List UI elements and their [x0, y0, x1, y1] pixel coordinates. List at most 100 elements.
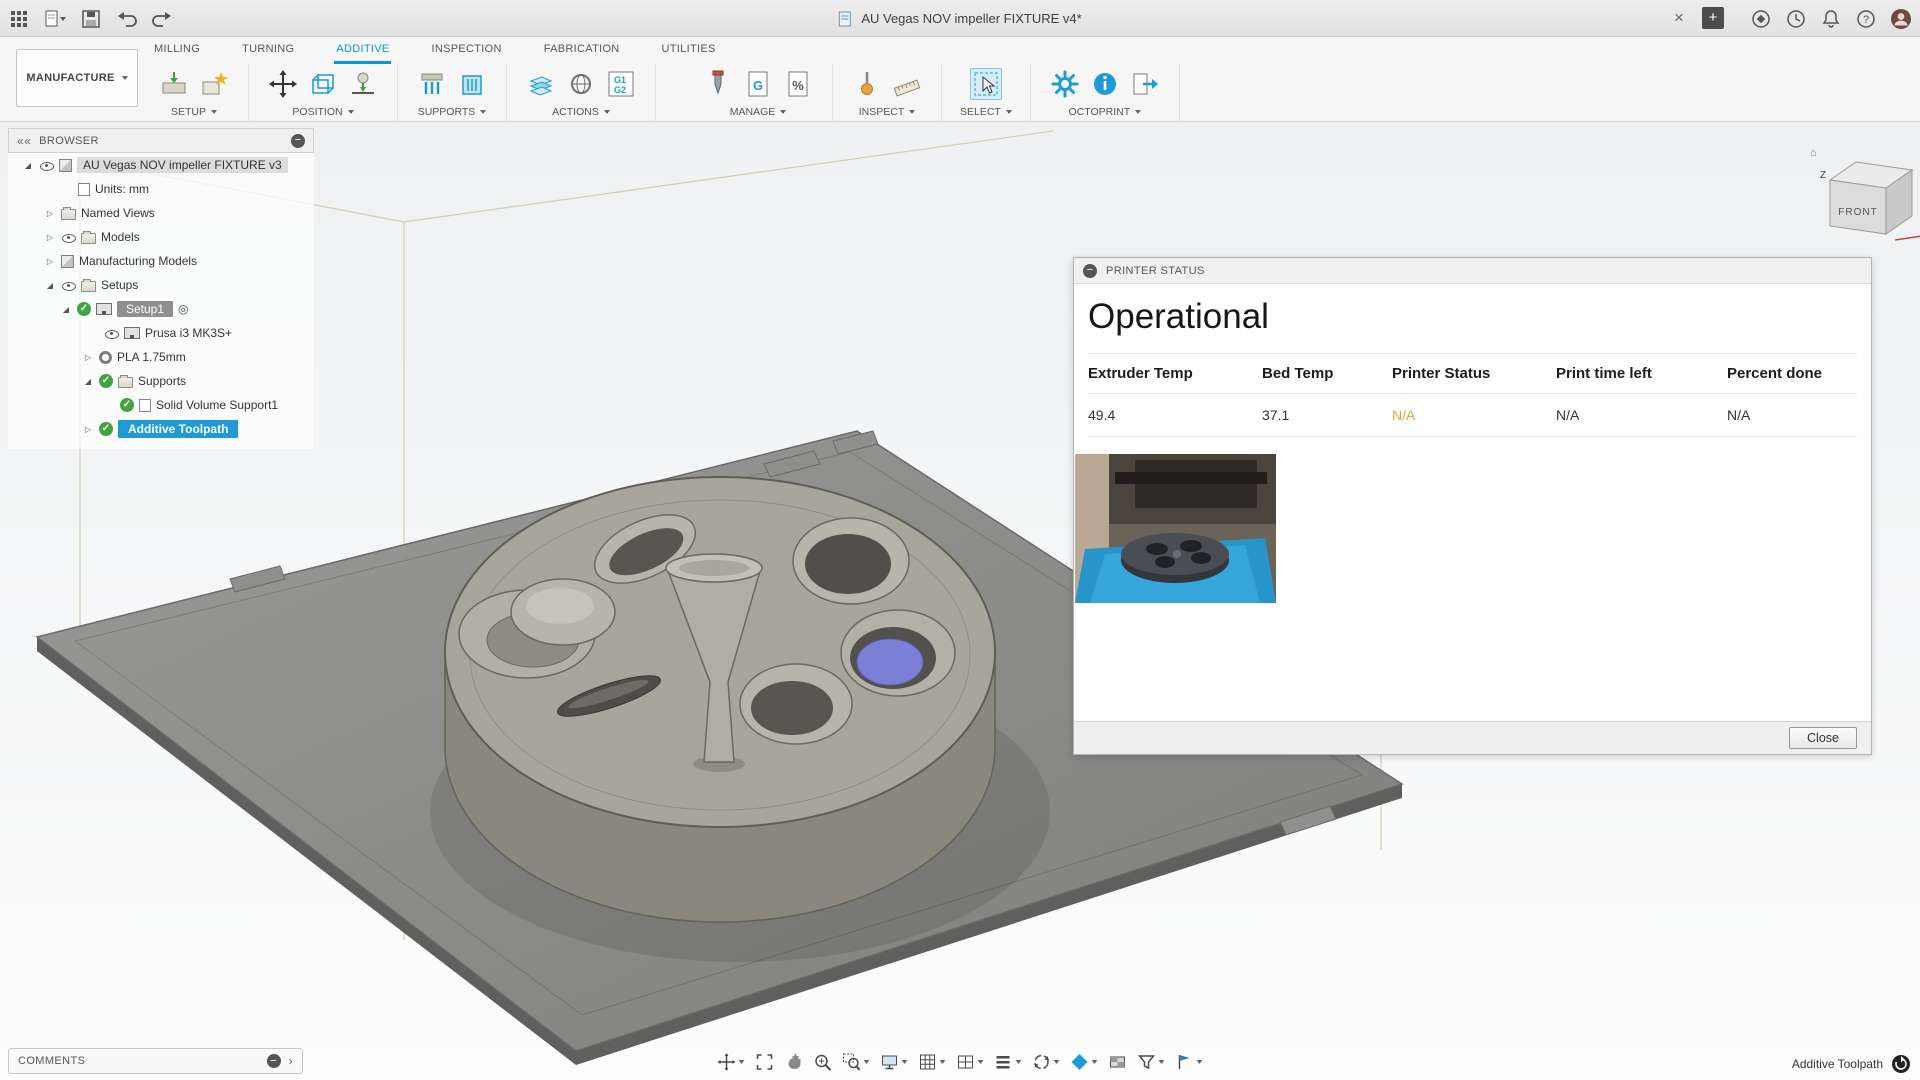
collapsed-triangle-icon[interactable]: ▷ [44, 257, 56, 266]
comments-collapse-icon[interactable] [267, 1054, 281, 1068]
fixture-cup-bottom[interactable] [740, 664, 852, 744]
group-label-position[interactable]: POSITION [292, 104, 353, 120]
arrange-icon[interactable] [307, 68, 339, 100]
group-label-manage[interactable]: MANAGE [730, 104, 787, 120]
pan-icon[interactable] [782, 1050, 806, 1074]
group-label-octoprint[interactable]: OCTOPRINT [1069, 104, 1142, 120]
texture-icon[interactable] [1106, 1050, 1130, 1074]
markup-icon[interactable] [1173, 1050, 1206, 1074]
notifications-bell-icon[interactable] [1820, 8, 1842, 30]
fit-view-icon[interactable] [753, 1050, 777, 1074]
volume-supports-icon[interactable] [456, 68, 488, 100]
workspace-selector[interactable]: MANUFACTURE [16, 49, 138, 107]
document-tab[interactable]: AU Vegas NOV impeller FIXTURE v4* [838, 0, 1081, 37]
browser-header[interactable]: «« BROWSER [8, 128, 314, 153]
zoom-window-icon[interactable] [840, 1050, 873, 1074]
slice-preview-icon[interactable] [525, 68, 557, 100]
browser-item-printer[interactable]: Prusa i3 MK3S+ [8, 321, 314, 345]
viewports-icon[interactable] [954, 1050, 987, 1074]
tab-utilities[interactable]: UTILITIES [660, 37, 718, 64]
expanded-triangle-icon[interactable]: ◢ [44, 281, 56, 290]
octoprint-settings-icon[interactable] [1049, 68, 1081, 100]
browser-item-named-views[interactable]: ▷ Named Views [8, 201, 314, 225]
nc-program-icon[interactable]: G [742, 68, 774, 100]
grid-settings-icon[interactable] [916, 1050, 949, 1074]
post-process-icon[interactable]: G1G2 [605, 68, 637, 100]
save-icon[interactable] [80, 8, 102, 30]
collapsed-triangle-icon[interactable]: ▷ [44, 233, 56, 242]
octoprint-send-icon[interactable] [1129, 68, 1161, 100]
panel-collapse-icon[interactable] [1083, 264, 1097, 278]
tab-turning[interactable]: TURNING [240, 37, 296, 64]
file-menu-icon[interactable] [44, 8, 66, 30]
tab-milling[interactable]: MILLING [152, 37, 202, 64]
tab-additive[interactable]: ADDITIVE [334, 37, 391, 64]
comments-bar[interactable]: COMMENTS › [8, 1048, 303, 1074]
fixture-cup-selected[interactable] [841, 610, 955, 696]
zoom-icon[interactable] [811, 1050, 835, 1074]
expanded-triangle-icon[interactable]: ◢ [82, 377, 94, 386]
orbit-icon[interactable] [1030, 1050, 1063, 1074]
visibility-eye-icon[interactable] [61, 231, 76, 244]
browser-item-units[interactable]: Units: mm [8, 177, 314, 201]
group-label-inspect[interactable]: INSPECT [859, 104, 916, 120]
group-label-select[interactable]: SELECT [960, 104, 1012, 120]
move-icon[interactable] [715, 1050, 748, 1074]
panel-collapse-icon[interactable] [291, 134, 305, 148]
stock-icon[interactable] [198, 68, 230, 100]
expanded-triangle-icon[interactable]: ◢ [22, 161, 34, 170]
new-tab-icon[interactable]: + [1702, 7, 1724, 29]
job-status-icon[interactable] [1785, 8, 1807, 30]
move-components-icon[interactable] [267, 68, 299, 100]
measure-icon[interactable] [891, 68, 923, 100]
group-label-setup[interactable]: SETUP [171, 104, 217, 120]
filter-icon[interactable] [1135, 1050, 1168, 1074]
fixture-part[interactable] [445, 477, 995, 922]
help-icon[interactable]: ? [1855, 8, 1877, 30]
visibility-eye-icon[interactable] [39, 159, 54, 172]
steps-icon[interactable] [992, 1050, 1025, 1074]
browser-item-setup1[interactable]: ◢ Setup1 ◎ [8, 297, 314, 321]
fixture-cup-top-right[interactable] [793, 518, 909, 604]
group-label-supports[interactable]: SUPPORTS [418, 104, 487, 120]
display-settings-icon[interactable] [878, 1050, 911, 1074]
home-icon[interactable]: ⌂ [1810, 147, 1817, 159]
close-button[interactable]: Close [1789, 727, 1857, 749]
fixture-dome[interactable] [511, 579, 615, 645]
tab-inspection[interactable]: INSPECTION [429, 37, 503, 64]
collapsed-triangle-icon[interactable]: ▷ [44, 209, 56, 218]
comments-expand-chevron-icon[interactable]: › [289, 1054, 293, 1068]
browser-item-root[interactable]: ◢ AU Vegas NOV impeller FIXTURE v3 [8, 153, 314, 177]
collapsed-triangle-icon[interactable]: ▷ [82, 353, 94, 362]
collapse-left-icon[interactable]: «« [17, 134, 31, 148]
expanded-triangle-icon[interactable]: ◢ [60, 305, 72, 314]
browser-item-setups[interactable]: ◢ Setups [8, 273, 314, 297]
browser-item-solid-volume-support[interactable]: Solid Volume Support1 [8, 393, 314, 417]
generate-icon[interactable] [565, 68, 597, 100]
extensions-icon[interactable] [1750, 8, 1772, 30]
tab-fabrication[interactable]: FABRICATION [542, 37, 622, 64]
templates-icon[interactable]: % [782, 68, 814, 100]
browser-item-material[interactable]: ▷ PLA 1.75mm [8, 345, 314, 369]
browser-item-manufacturing-models[interactable]: ▷ Manufacturing Models [8, 249, 314, 273]
app-grid-icon[interactable] [8, 8, 30, 30]
probe-icon[interactable] [851, 68, 883, 100]
bar-supports-icon[interactable] [416, 68, 448, 100]
printer-status-header[interactable]: PRINTER STATUS [1074, 258, 1871, 284]
visibility-eye-icon[interactable] [61, 279, 76, 292]
redo-icon[interactable] [152, 8, 174, 30]
profile-avatar[interactable] [1890, 8, 1912, 30]
job-progress-icon[interactable] [1892, 1055, 1910, 1073]
octoprint-info-icon[interactable] [1089, 68, 1121, 100]
visibility-eye-icon[interactable] [104, 327, 119, 340]
undo-icon[interactable] [116, 8, 138, 30]
browser-item-models[interactable]: ▷ Models [8, 225, 314, 249]
browser-item-additive-toolpath[interactable]: ▷ Additive Toolpath [8, 417, 314, 441]
drop-parts-icon[interactable] [347, 68, 379, 100]
effects-icon[interactable] [1068, 1050, 1101, 1074]
new-setup-icon[interactable] [158, 68, 190, 100]
collapsed-triangle-icon[interactable]: ▷ [82, 425, 94, 434]
close-tab-icon[interactable]: × [1668, 7, 1690, 29]
group-label-actions[interactable]: ACTIONS [552, 104, 610, 120]
browser-item-supports[interactable]: ◢ Supports [8, 369, 314, 393]
